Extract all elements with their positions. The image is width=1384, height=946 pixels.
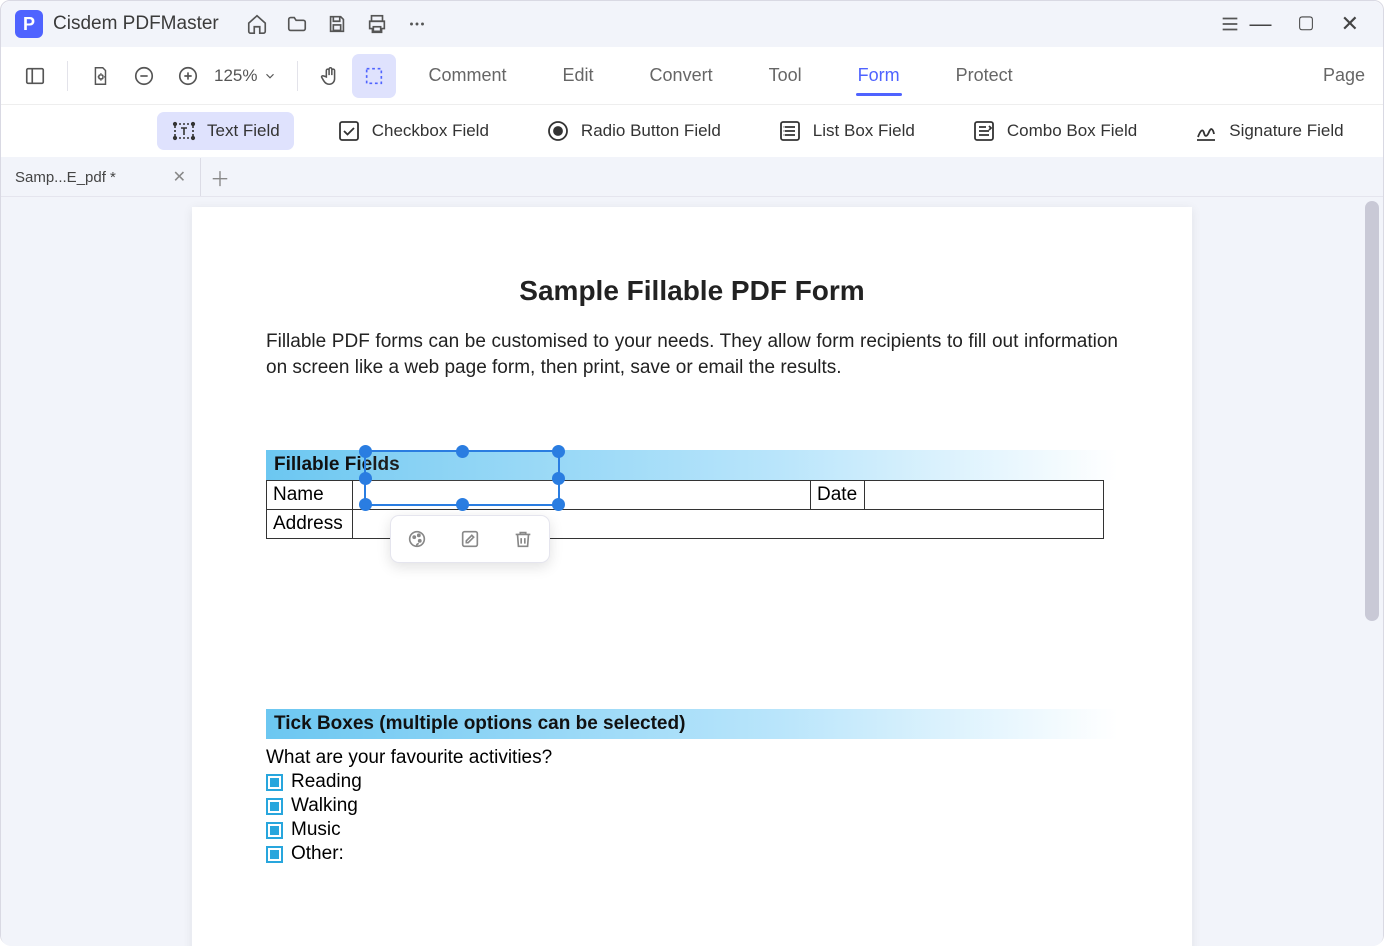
checkbox-icon[interactable]	[266, 774, 283, 791]
section-tick-boxes: Tick Boxes (multiple options can be sele…	[266, 709, 1118, 739]
chevron-down-icon	[263, 69, 277, 83]
resize-handle[interactable]	[359, 445, 372, 458]
form-tool-label: Text Field	[207, 121, 280, 141]
tick-option[interactable]: Reading	[266, 771, 1118, 793]
form-tool-combobox[interactable]: Combo Box Field	[957, 112, 1151, 150]
resize-handle[interactable]	[552, 498, 565, 511]
tick-option[interactable]: Walking	[266, 795, 1118, 817]
selected-text-field[interactable]	[364, 450, 560, 506]
checkbox-icon[interactable]	[266, 846, 283, 863]
app-logo: P	[15, 10, 43, 38]
name-label: Name	[267, 481, 353, 510]
close-window-button[interactable]: ✕	[1341, 13, 1359, 35]
document-title: Sample Fillable PDF Form	[266, 275, 1118, 307]
resize-handle[interactable]	[456, 445, 469, 458]
save-icon[interactable]	[317, 4, 357, 44]
combobox-icon	[971, 118, 997, 144]
form-tool-text-field[interactable]: Text Field	[157, 112, 294, 150]
resize-handle[interactable]	[552, 445, 565, 458]
close-tab-icon[interactable]: ✕	[173, 167, 186, 187]
resize-handle[interactable]	[359, 472, 372, 485]
checkbox-icon[interactable]	[266, 822, 283, 839]
page-settings-icon[interactable]	[78, 54, 122, 98]
radio-icon	[545, 118, 571, 144]
document-intro: Fillable PDF forms can be customised to …	[266, 329, 1118, 380]
home-icon[interactable]	[237, 4, 277, 44]
document-canvas[interactable]: Sample Fillable PDF Form Fillable PDF fo…	[1, 197, 1383, 946]
tab-comment[interactable]: Comment	[426, 59, 508, 92]
form-tool-label: Checkbox Field	[372, 121, 489, 141]
field-context-menu	[390, 515, 550, 563]
print-icon[interactable]	[357, 4, 397, 44]
pdf-page[interactable]: Sample Fillable PDF Form Fillable PDF fo…	[192, 207, 1192, 946]
tab-form[interactable]: Form	[856, 59, 902, 92]
form-tool-radio[interactable]: Radio Button Field	[531, 112, 735, 150]
form-tool-checkbox[interactable]: Checkbox Field	[322, 112, 503, 150]
signature-icon	[1193, 118, 1219, 144]
text-field-icon	[171, 118, 197, 144]
form-tool-signature[interactable]: Signature Field	[1179, 112, 1357, 150]
toggle-panel-icon[interactable]	[13, 54, 57, 98]
tick-option[interactable]: Music	[266, 819, 1118, 841]
maximize-button[interactable]: ▢	[1298, 13, 1315, 35]
vertical-scrollbar[interactable]	[1365, 201, 1379, 942]
document-tab-label: Samp...E_pdf *	[15, 169, 116, 186]
minimize-button[interactable]: —	[1250, 13, 1272, 35]
more-icon[interactable]	[397, 4, 437, 44]
resize-handle[interactable]	[552, 472, 565, 485]
app-title: Cisdem PDFMaster	[53, 13, 219, 35]
zoom-value: 125%	[214, 66, 257, 86]
open-folder-icon[interactable]	[277, 4, 317, 44]
scrollbar-thumb[interactable]	[1365, 201, 1379, 621]
form-tool-label: Signature Field	[1229, 121, 1343, 141]
form-tool-label: List Box Field	[813, 121, 915, 141]
tick-question: What are your favourite activities?	[266, 747, 1118, 769]
zoom-out-icon[interactable]	[122, 54, 166, 98]
new-tab-button[interactable]: ＋	[201, 158, 239, 196]
tab-convert[interactable]: Convert	[648, 59, 715, 92]
address-label: Address	[267, 510, 353, 539]
tab-edit[interactable]: Edit	[561, 59, 596, 92]
listbox-icon	[777, 118, 803, 144]
hamburger-menu-icon[interactable]	[1210, 4, 1250, 44]
date-input-cell[interactable]	[865, 481, 1104, 510]
delete-icon[interactable]	[512, 528, 534, 550]
tab-page[interactable]: Page	[1323, 65, 1365, 86]
checkbox-icon	[336, 118, 362, 144]
tick-option[interactable]: Other:	[266, 843, 1118, 865]
zoom-in-icon[interactable]	[166, 54, 210, 98]
zoom-dropdown[interactable]: 125%	[214, 66, 277, 86]
edit-icon[interactable]	[459, 528, 481, 550]
checkbox-icon[interactable]	[266, 798, 283, 815]
form-tool-listbox[interactable]: List Box Field	[763, 112, 929, 150]
hand-tool-icon[interactable]	[308, 54, 352, 98]
form-tool-label: Combo Box Field	[1007, 121, 1137, 141]
tab-protect[interactable]: Protect	[954, 59, 1015, 92]
style-icon[interactable]	[406, 528, 428, 550]
resize-handle[interactable]	[456, 498, 469, 511]
form-tool-label: Radio Button Field	[581, 121, 721, 141]
date-label: Date	[811, 481, 865, 510]
document-tab[interactable]: Samp...E_pdf * ✕	[1, 158, 201, 196]
tab-tool[interactable]: Tool	[767, 59, 804, 92]
resize-handle[interactable]	[359, 498, 372, 511]
select-area-tool-icon[interactable]	[352, 54, 396, 98]
